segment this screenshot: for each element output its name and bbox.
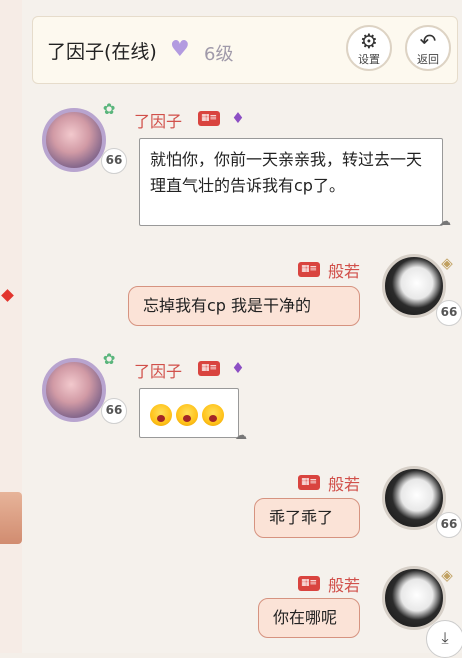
friendship-level: 6级	[204, 44, 234, 65]
message-bubble[interactable]: 你在哪呢	[258, 598, 360, 638]
id-card-icon[interactable]: ▦≡	[298, 576, 320, 591]
scroll-down-icon: ⤓	[441, 628, 449, 647]
leaf-badge-icon: ✿	[102, 100, 116, 118]
left-strip	[0, 0, 23, 653]
id-card-icon[interactable]: ▦≡	[298, 262, 320, 277]
diamond-badge-icon: ◈	[441, 254, 453, 272]
left-card-tab[interactable]	[0, 492, 22, 544]
sender-name[interactable]: 般若	[328, 471, 360, 495]
crying-face-icon	[202, 403, 224, 426]
gear-icon: ⚙	[360, 29, 378, 53]
sender-name[interactable]: 般若	[328, 572, 360, 596]
id-card-icon[interactable]: ▦≡	[198, 361, 220, 376]
id-card-icon[interactable]: ▦≡	[198, 111, 220, 126]
cloud-icon: ☁	[439, 214, 451, 228]
user-level-badge: 66	[101, 398, 127, 424]
sender-name[interactable]: 了因子	[134, 358, 182, 382]
avatar-left[interactable]	[42, 108, 106, 172]
settings-button[interactable]: ⚙ 设置	[346, 25, 392, 71]
crying-face-icon	[176, 403, 198, 426]
leaf-badge-icon: ✿	[102, 350, 116, 368]
gem-icon[interactable]: ♦	[228, 358, 248, 378]
message-bubble[interactable]: 就怕你，你前一天亲亲我，转过去一天理直气壮的告诉我有cp了。	[139, 138, 443, 226]
message-bubble[interactable]: 乖了乖了	[254, 498, 360, 538]
message-bubble[interactable]: 忘掉我有cp 我是干净的	[128, 286, 360, 326]
back-label: 返回	[417, 53, 439, 66]
gem-icon[interactable]: ♦	[228, 108, 248, 128]
back-arrow-icon: ↶	[419, 29, 437, 53]
id-card-icon[interactable]: ▦≡	[298, 475, 320, 490]
diamond-badge-icon: ◈	[441, 566, 453, 584]
crying-face-icon	[150, 403, 172, 426]
chat-panel: 了因子(在线) ♥ 6级 ⚙ 设置 ↶ 返回 ✿ 66 了因子 ▦≡ ♦ 就怕你…	[22, 0, 462, 658]
sender-name[interactable]: 般若	[328, 258, 360, 282]
chat-title: 了因子(在线)	[47, 41, 157, 63]
avatar-left[interactable]	[42, 358, 106, 422]
back-button[interactable]: ↶ 返回	[405, 25, 451, 71]
heart-level-icon: ♥	[170, 37, 190, 62]
user-level-badge: 66	[436, 512, 462, 538]
chat-header: 了因子(在线) ♥ 6级 ⚙ 设置 ↶ 返回	[32, 16, 458, 84]
scroll-down-button[interactable]: ⤓	[426, 620, 462, 658]
left-diamond-marker[interactable]	[1, 289, 14, 302]
emoji-message-bubble[interactable]	[139, 388, 239, 438]
settings-label: 设置	[358, 53, 380, 66]
sender-name[interactable]: 了因子	[134, 108, 182, 132]
user-level-badge: 66	[436, 300, 462, 326]
user-level-badge: 66	[101, 148, 127, 174]
cloud-icon: ☁	[235, 428, 247, 442]
